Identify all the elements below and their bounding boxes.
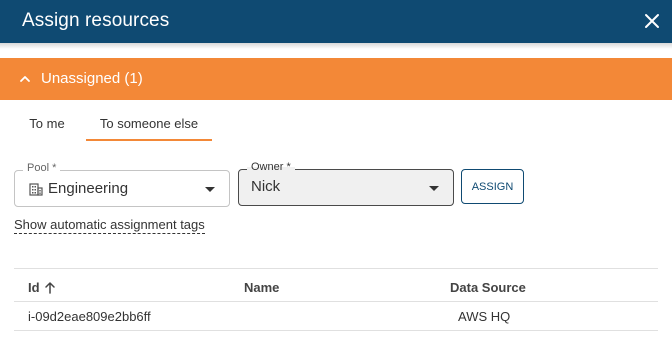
column-header-name[interactable]: Name — [244, 280, 279, 295]
close-icon[interactable] — [640, 9, 664, 33]
owner-select[interactable]: Owner * Nick — [238, 161, 454, 206]
table-row[interactable]: i-09d2eae809e2bb6ff AWS HQ — [14, 302, 658, 331]
column-header-id[interactable]: Id — [28, 280, 56, 295]
unassigned-section-toggle[interactable]: Unassigned (1) — [0, 58, 672, 100]
table-header: Id Name Data Source — [14, 268, 658, 302]
owner-value: Nick — [251, 178, 281, 195]
cell-id: i-09d2eae809e2bb6ff — [28, 309, 151, 324]
pool-value: Engineering — [48, 180, 129, 197]
cell-data-source: AWS HQ — [458, 309, 511, 324]
show-assignment-tags-link[interactable]: Show automatic assignment tags — [14, 217, 205, 234]
pool-label: Pool * — [23, 162, 61, 174]
tab-to-someone-else[interactable]: To someone else — [86, 110, 212, 141]
pool-select[interactable]: Pool * Engineering — [14, 162, 230, 207]
chevron-up-icon — [18, 72, 32, 86]
dialog-title: Assign resources — [22, 10, 170, 31]
building-icon — [29, 182, 43, 196]
section-label: Unassigned (1) — [41, 70, 143, 87]
owner-label: Owner * — [247, 161, 295, 173]
chevron-down-icon — [429, 186, 439, 191]
tab-to-me[interactable]: To me — [18, 110, 76, 141]
chevron-down-icon — [205, 187, 215, 192]
assign-button[interactable]: ASSIGN — [461, 169, 524, 204]
dialog-header: Assign resources — [0, 0, 672, 43]
header-shadow — [0, 43, 672, 49]
column-header-data-source[interactable]: Data Source — [450, 280, 526, 295]
arrow-up-icon — [44, 281, 56, 294]
